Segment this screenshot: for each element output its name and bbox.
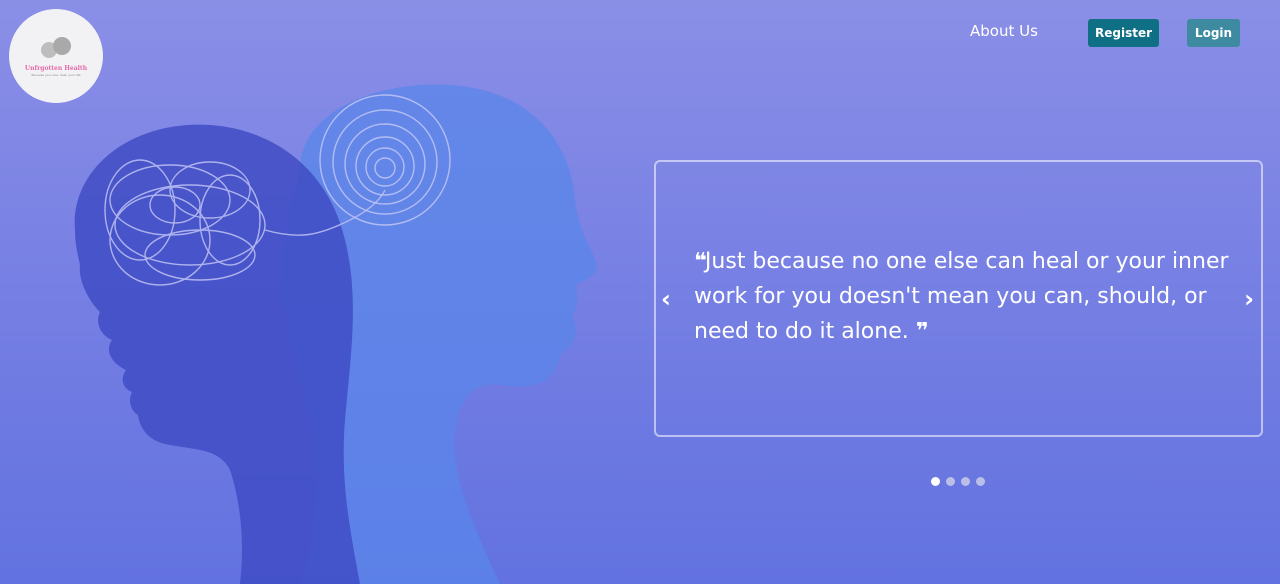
carousel-indicators	[931, 477, 985, 486]
login-button[interactable]: Login	[1187, 19, 1240, 47]
carousel-next-arrow[interactable]: ›	[1244, 287, 1254, 311]
carousel-indicator-1[interactable]	[931, 477, 940, 486]
register-button[interactable]: Register	[1088, 19, 1159, 47]
brand-tagline: Because you care, heal, your life	[31, 73, 81, 77]
two-heads-icon	[41, 37, 71, 58]
carousel-quote: ❝Just because no one else can heal or yo…	[694, 244, 1234, 349]
brand-name: Unfrgotten Health	[24, 65, 88, 72]
dark-head-silhouette	[74, 124, 360, 584]
brand-logo[interactable]: Unfrgotten Health Because you care, heal…	[9, 9, 103, 103]
carousel-prev-arrow[interactable]: ‹	[661, 287, 671, 311]
quote-carousel: ‹ ❝Just because no one else can heal or …	[654, 160, 1263, 437]
carousel-indicator-4[interactable]	[976, 477, 985, 486]
nav-about-us-link[interactable]: About Us	[970, 22, 1038, 40]
close-quote-icon: ❞	[915, 319, 929, 344]
quote-text: Just because no one else can heal or you…	[694, 249, 1229, 344]
carousel-indicator-3[interactable]	[961, 477, 970, 486]
open-quote-icon: ❝	[694, 249, 707, 274]
carousel-indicator-2[interactable]	[946, 477, 955, 486]
